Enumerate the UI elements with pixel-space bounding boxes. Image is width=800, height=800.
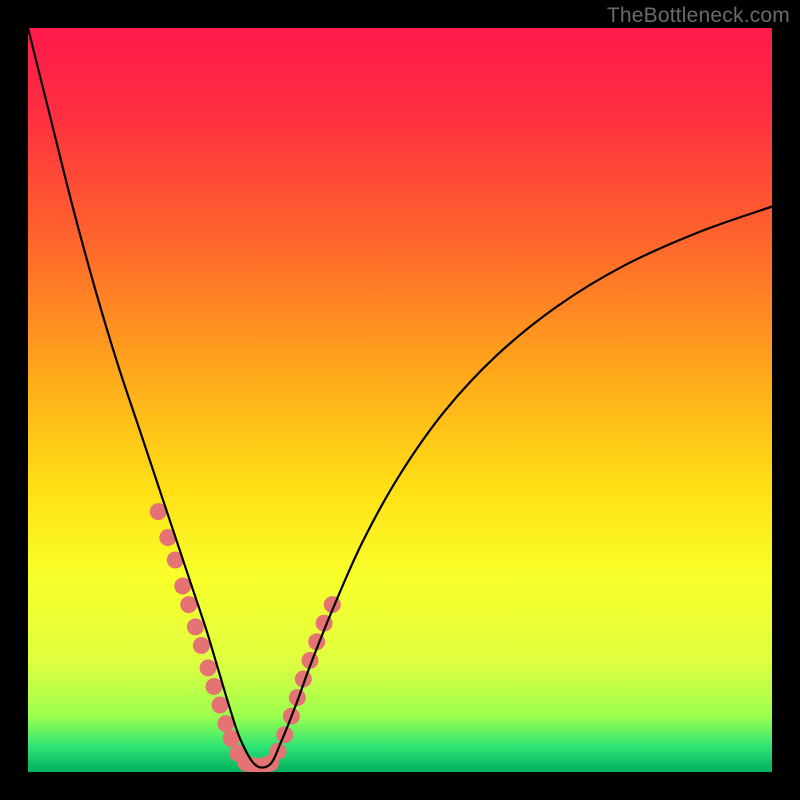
watermark-text: TheBottleneck.com [607, 4, 790, 28]
chart-frame: TheBottleneck.com [0, 0, 800, 800]
plot-area [28, 28, 772, 772]
background-gradient [28, 28, 772, 772]
